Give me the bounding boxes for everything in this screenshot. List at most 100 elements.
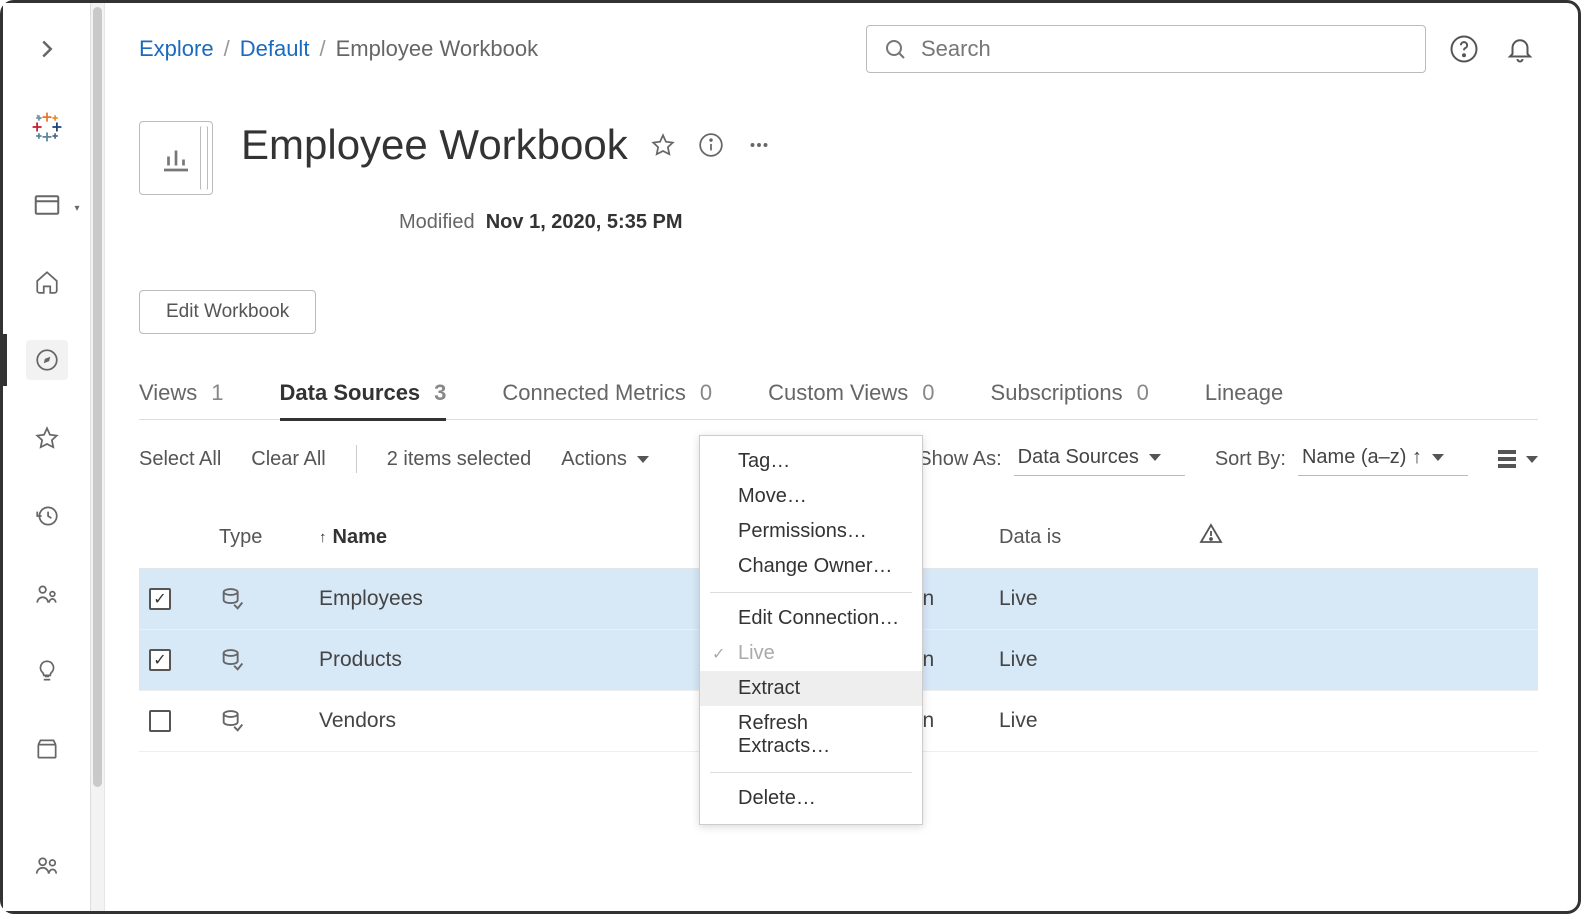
caret-down-icon: [1526, 456, 1538, 463]
search-placeholder: Search: [921, 36, 991, 62]
modified-label: Modified: [399, 211, 475, 233]
caret-down-icon: [637, 456, 649, 463]
more-actions-icon[interactable]: [746, 132, 772, 158]
breadcrumb-current: Employee Workbook: [336, 36, 539, 62]
explore-icon[interactable]: [26, 340, 68, 380]
actions-dropdown[interactable]: Actions: [561, 448, 649, 471]
shared-with-me-icon[interactable]: [26, 574, 68, 614]
menu-item-change-owner[interactable]: Change Owner…: [700, 549, 922, 584]
data-source-icon: [219, 585, 319, 613]
row-data-is: Live: [999, 648, 1199, 672]
show-as-label: Show As:: [918, 448, 1001, 471]
breadcrumb-separator: /: [319, 36, 325, 62]
tab-label: Connected Metrics: [502, 380, 685, 407]
tab-label: Lineage: [1205, 380, 1283, 407]
row-checkbox[interactable]: ✓: [149, 649, 171, 671]
menu-item-extract[interactable]: Extract: [700, 671, 922, 706]
tab-count: 0: [700, 380, 712, 407]
view-mode-toggle[interactable]: [1498, 450, 1538, 468]
menu-item-tag[interactable]: Tag…: [700, 444, 922, 479]
tab-connected-metrics[interactable]: Connected Metrics 0: [502, 380, 712, 419]
menu-item-delete[interactable]: Delete…: [700, 781, 922, 816]
tab-data-sources[interactable]: Data Sources 3: [280, 380, 447, 421]
search-input[interactable]: Search: [866, 25, 1426, 73]
actions-menu: Tag… Move… Permissions… Change Owner… Ed…: [699, 435, 923, 825]
selection-count: 2 items selected: [387, 448, 532, 471]
show-as-select[interactable]: Data Sources: [1014, 442, 1185, 476]
menu-item-refresh-extracts[interactable]: Refresh Extracts…: [700, 706, 922, 764]
breadcrumb-separator: /: [224, 36, 230, 62]
actions-label: Actions: [561, 448, 627, 471]
tab-label: Custom Views: [768, 380, 908, 407]
modified-value: Nov 1, 2020, 5:35 PM: [486, 211, 683, 233]
sort-by-select[interactable]: Name (a–z) ↑: [1298, 442, 1468, 476]
menu-separator: [710, 592, 912, 593]
sort-asc-icon: ↑: [319, 529, 327, 546]
tab-label: Data Sources: [280, 380, 421, 406]
warning-column-icon: [1199, 522, 1379, 552]
vertical-scrollbar[interactable]: [91, 3, 105, 911]
row-checkbox[interactable]: [149, 710, 171, 732]
notifications-bell-icon[interactable]: [1502, 31, 1538, 67]
left-nav-rail: ▾: [3, 3, 91, 911]
help-icon[interactable]: [1446, 31, 1482, 67]
tab-count: 3: [434, 380, 446, 406]
tab-subscriptions[interactable]: Subscriptions 0: [991, 380, 1149, 419]
caret-down-icon: [1432, 454, 1444, 461]
show-as-value: Data Sources: [1018, 446, 1139, 469]
column-data-is[interactable]: Data is: [999, 526, 1199, 549]
tableau-logo-icon[interactable]: [26, 107, 68, 147]
tab-count: 0: [922, 380, 934, 407]
menu-item-move[interactable]: Move…: [700, 479, 922, 514]
caret-down-icon: [1149, 454, 1161, 461]
recommendations-lightbulb-icon[interactable]: [26, 652, 68, 692]
search-icon: [883, 37, 907, 61]
home-icon[interactable]: [26, 262, 68, 302]
row-checkbox[interactable]: ✓: [149, 588, 171, 610]
breadcrumb-parent-link[interactable]: Default: [240, 36, 310, 62]
users-icon[interactable]: [26, 845, 68, 885]
data-source-icon: [219, 646, 319, 674]
breadcrumb: Explore / Default / Employee Workbook: [139, 36, 538, 62]
workbook-header: Employee Workbook: [139, 121, 1538, 195]
menu-item-permissions[interactable]: Permissions…: [700, 514, 922, 549]
tab-count: 1: [211, 380, 223, 407]
sort-by-value: Name (a–z) ↑: [1302, 446, 1422, 469]
tab-custom-views[interactable]: Custom Views 0: [768, 380, 934, 419]
scroll-thumb[interactable]: [93, 7, 102, 787]
sort-by-label: Sort By:: [1215, 448, 1286, 471]
favorite-star-icon[interactable]: [650, 132, 676, 158]
clear-all-link[interactable]: Clear All: [251, 448, 325, 471]
top-bar: Explore / Default / Employee Workbook Se…: [139, 25, 1538, 73]
menu-item-edit-connection[interactable]: Edit Connection…: [700, 601, 922, 636]
workbook-modified: Modified Nov 1, 2020, 5:35 PM: [139, 211, 1538, 234]
select-all-link[interactable]: Select All: [139, 448, 221, 471]
data-source-icon: [219, 707, 319, 735]
main-content: Explore / Default / Employee Workbook Se…: [105, 3, 1578, 911]
breadcrumb-root-link[interactable]: Explore: [139, 36, 214, 62]
menu-separator: [710, 772, 912, 773]
workbook-thumbnail: [139, 121, 213, 195]
row-data-is: Live: [999, 709, 1199, 733]
toolbar-divider: [356, 445, 357, 473]
collapse-nav-button[interactable]: [26, 29, 68, 69]
tab-label: Subscriptions: [991, 380, 1123, 407]
info-icon[interactable]: [698, 132, 724, 158]
window-icon[interactable]: ▾: [26, 185, 68, 225]
bar-chart-icon: [158, 140, 194, 176]
recents-clock-icon[interactable]: [26, 496, 68, 536]
page-title: Employee Workbook: [241, 121, 628, 169]
favorites-star-icon[interactable]: [26, 418, 68, 458]
list-view-icon: [1498, 450, 1516, 468]
tab-lineage[interactable]: Lineage: [1205, 380, 1283, 419]
checkmark-icon: ✓: [712, 644, 725, 664]
edit-workbook-button[interactable]: Edit Workbook: [139, 290, 316, 334]
caret-down-icon: ▾: [74, 203, 79, 214]
column-type[interactable]: Type: [219, 526, 319, 549]
collections-box-icon[interactable]: [26, 729, 68, 769]
menu-item-live: ✓ Live: [700, 636, 922, 671]
tab-label: Views: [139, 380, 197, 407]
tab-count: 0: [1137, 380, 1149, 407]
tab-views[interactable]: Views 1: [139, 380, 224, 419]
row-data-is: Live: [999, 587, 1199, 611]
